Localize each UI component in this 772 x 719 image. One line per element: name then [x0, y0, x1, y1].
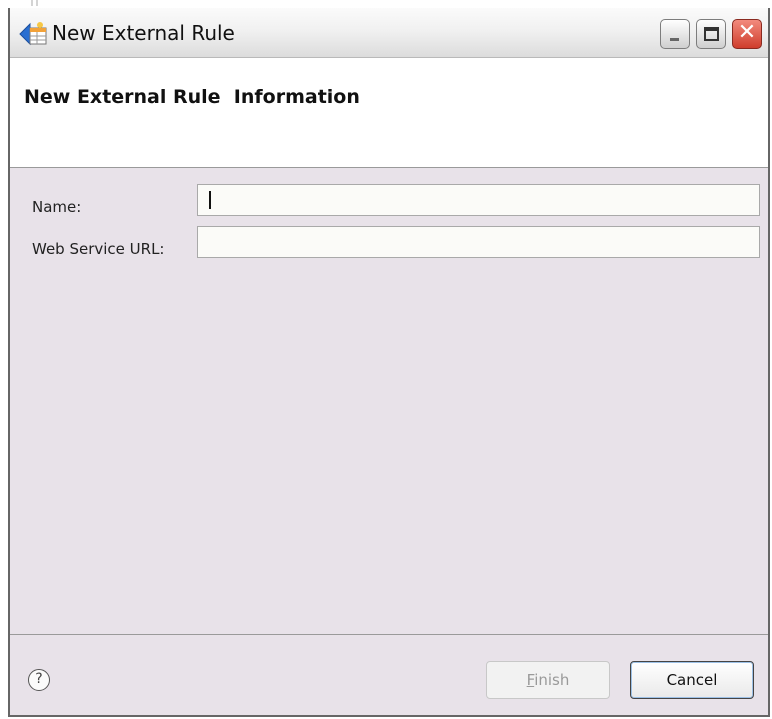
- window-edge-marks: [31, 0, 38, 6]
- window-title: New External Rule: [52, 21, 235, 45]
- close-icon: ✕: [737, 20, 757, 45]
- web-service-url-label: Web Service URL:: [32, 240, 165, 258]
- text-caret: [209, 191, 211, 209]
- name-label: Name:: [32, 198, 82, 216]
- cancel-button[interactable]: Cancel: [630, 661, 754, 699]
- footer-separator: [10, 634, 768, 635]
- maximize-button[interactable]: [696, 19, 726, 49]
- name-field[interactable]: [197, 184, 760, 216]
- title-bar[interactable]: New External Rule ✕: [10, 8, 768, 58]
- new-external-rule-dialog: New External Rule ✕ New External Rule In…: [8, 8, 770, 717]
- close-button[interactable]: ✕: [732, 19, 762, 49]
- banner-title: New External Rule Information: [24, 86, 360, 108]
- web-service-url-field[interactable]: [197, 226, 760, 258]
- finish-label: inish: [534, 671, 570, 689]
- maximize-icon: [704, 27, 719, 41]
- finish-button[interactable]: Finish: [486, 661, 610, 699]
- minimize-icon: [670, 38, 679, 41]
- rule-table-icon: [19, 22, 47, 46]
- minimize-button[interactable]: [660, 19, 690, 49]
- help-glyph: ?: [35, 671, 43, 687]
- wizard-banner: New External Rule Information: [10, 58, 768, 168]
- cancel-label: Cancel: [666, 671, 718, 689]
- help-icon[interactable]: ?: [28, 669, 50, 691]
